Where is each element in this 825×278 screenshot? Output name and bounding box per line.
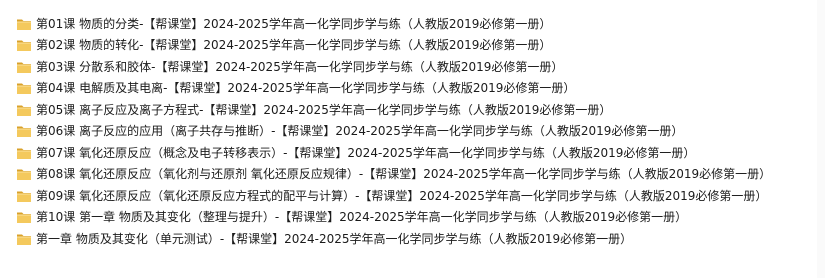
folder-item[interactable]: 第03课 分散系和胶体-【帮课堂】2024-2025学年高一化学同步学与练（人教… bbox=[16, 56, 816, 78]
folder-item[interactable]: 第10课 第一章 物质及其变化（整理与提升）-【帮课堂】2024-2025学年高… bbox=[16, 207, 816, 229]
folder-name: 第01课 物质的分类-【帮课堂】2024-2025学年高一化学同步学与练（人教版… bbox=[36, 16, 552, 31]
folder-item[interactable]: 第08课 氧化还原反应（氧化剂与还原剂 氧化还原反应规律）-【帮课堂】2024-… bbox=[16, 164, 816, 186]
folder-name: 第09课 氧化还原反应（氧化还原反应方程式的配平与计算）-【帮课堂】2024-2… bbox=[36, 188, 768, 203]
folder-icon bbox=[16, 81, 32, 95]
folder-icon bbox=[16, 232, 32, 246]
folder-icon bbox=[16, 60, 32, 74]
folder-name: 第08课 氧化还原反应（氧化剂与还原剂 氧化还原反应规律）-【帮课堂】2024-… bbox=[36, 167, 772, 182]
folder-icon bbox=[16, 189, 32, 203]
folder-name: 第10课 第一章 物质及其变化（整理与提升）-【帮课堂】2024-2025学年高… bbox=[36, 210, 688, 225]
folder-icon bbox=[16, 38, 32, 52]
folder-item[interactable]: 第06课 离子反应的应用（离子共存与推断）-【帮课堂】2024-2025学年高一… bbox=[16, 121, 816, 143]
folder-icon bbox=[16, 124, 32, 138]
folder-icon bbox=[16, 17, 32, 31]
folder-item[interactable]: 第02课 物质的转化-【帮课堂】2024-2025学年高一化学同步学与练（人教版… bbox=[16, 35, 816, 57]
folder-icon bbox=[16, 103, 32, 117]
folder-icon bbox=[16, 167, 32, 181]
folder-list: 第01课 物质的分类-【帮课堂】2024-2025学年高一化学同步学与练（人教版… bbox=[16, 13, 816, 250]
folder-name: 第05课 离子反应及离子方程式-【帮课堂】2024-2025学年高一化学同步学与… bbox=[36, 102, 612, 117]
folder-name: 第04课 电解质及其电离-【帮课堂】2024-2025学年高一化学同步学与练（人… bbox=[36, 81, 576, 96]
folder-item[interactable]: 第一章 物质及其变化（单元测试）-【帮课堂】2024-2025学年高一化学同步学… bbox=[16, 228, 816, 250]
folder-icon bbox=[16, 210, 32, 224]
folder-item[interactable]: 第05课 离子反应及离子方程式-【帮课堂】2024-2025学年高一化学同步学与… bbox=[16, 99, 816, 121]
folder-name: 第07课 氧化还原反应（概念及电子转移表示）-【帮课堂】2024-2025学年高… bbox=[36, 145, 696, 160]
scrollbar-track[interactable] bbox=[817, 0, 825, 278]
folder-name: 第02课 物质的转化-【帮课堂】2024-2025学年高一化学同步学与练（人教版… bbox=[36, 38, 552, 53]
folder-item[interactable]: 第01课 物质的分类-【帮课堂】2024-2025学年高一化学同步学与练（人教版… bbox=[16, 13, 816, 35]
folder-item[interactable]: 第07课 氧化还原反应（概念及电子转移表示）-【帮课堂】2024-2025学年高… bbox=[16, 142, 816, 164]
folder-icon bbox=[16, 146, 32, 160]
folder-name: 第06课 离子反应的应用（离子共存与推断）-【帮课堂】2024-2025学年高一… bbox=[36, 124, 684, 139]
folder-name: 第03课 分散系和胶体-【帮课堂】2024-2025学年高一化学同步学与练（人教… bbox=[36, 59, 564, 74]
folder-item[interactable]: 第09课 氧化还原反应（氧化还原反应方程式的配平与计算）-【帮课堂】2024-2… bbox=[16, 185, 816, 207]
folder-name: 第一章 物质及其变化（单元测试）-【帮课堂】2024-2025学年高一化学同步学… bbox=[36, 231, 633, 246]
folder-item[interactable]: 第04课 电解质及其电离-【帮课堂】2024-2025学年高一化学同步学与练（人… bbox=[16, 78, 816, 100]
